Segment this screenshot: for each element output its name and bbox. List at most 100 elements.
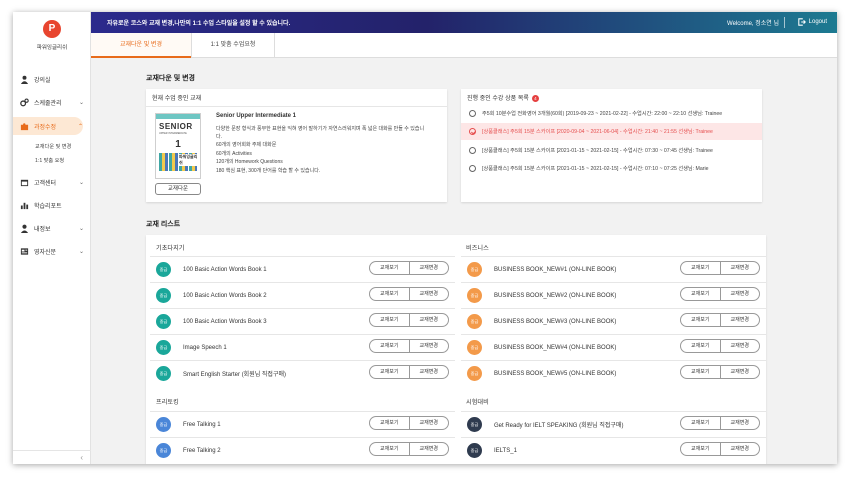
tab-request[interactable]: 1:1 맞춤 수업요청: [191, 33, 275, 58]
radio-icon[interactable]: [469, 165, 476, 172]
book-row: 중급 Image Speech 1 교재보기 교재변경: [150, 334, 455, 360]
radio-icon[interactable]: [469, 110, 476, 117]
book-actions: 교재보기 교재변경: [369, 416, 449, 430]
book-row: 중급 100 Basic Action Words Book 2 교재보기 교재변경: [150, 282, 455, 308]
level-badge: 중급: [467, 366, 482, 381]
sidebar-subitem-download[interactable]: 교재다운 및 변경: [35, 143, 71, 150]
book-row: 중급 BUSINESS BOOK_NEW#5 (ON-LINE BOOK) 교재보기…: [461, 360, 766, 386]
view-book-button[interactable]: 교재보기: [370, 314, 410, 326]
change-book-button[interactable]: 교재변경: [410, 366, 449, 378]
book-row: 중급 BUSINESS BOOK_NEW#1 (ON-LINE BOOK) 교재보기…: [461, 256, 766, 282]
change-book-button[interactable]: 교재변경: [721, 366, 760, 378]
level-badge: 중급: [467, 262, 482, 277]
change-book-button[interactable]: 교재변경: [410, 417, 449, 429]
chevron-down-icon: ⌄: [78, 225, 84, 232]
book-row: 중급 Free Talking 1 교재보기 교재변경: [150, 411, 455, 437]
book-row: 중급 IELTS_1 교재보기 교재변경: [461, 437, 766, 463]
book-actions: 교재보기 교재변경: [369, 339, 449, 353]
change-book-button[interactable]: 교재변경: [721, 417, 760, 429]
cover-number: 1: [175, 139, 181, 150]
view-book-button[interactable]: 교재보기: [681, 366, 721, 378]
sidebar-item-support[interactable]: 고객센터 ⌄: [13, 173, 91, 191]
change-book-button[interactable]: 교재변경: [721, 262, 760, 274]
progress-row-selected[interactable]: [상품클래스] 주5회 15분 스카이프 [2020-09-04 ~ 2021-…: [461, 123, 762, 140]
progress-row[interactable]: [상품클래스] 주5회 15분 스카이프 [2021-01-15 ~ 2021-…: [461, 142, 762, 159]
view-book-button[interactable]: 교재보기: [681, 288, 721, 300]
category-test-prep: 시험대비: [466, 399, 489, 406]
view-book-button[interactable]: 교재보기: [681, 340, 721, 352]
person-icon: [20, 75, 29, 84]
gears-icon: [20, 98, 29, 106]
book-title: Free Talking 1: [183, 421, 221, 428]
book-row: 중급 Smart English Starter (회원님 직접구매) 교재보기 교재…: [150, 360, 455, 386]
view-book-button[interactable]: 교재보기: [370, 288, 410, 300]
view-book-button[interactable]: 교재보기: [370, 366, 410, 378]
logout-button[interactable]: Logout: [797, 17, 827, 26]
book-title: Smart English Starter (회원님 직접구매): [183, 372, 286, 378]
change-book-button[interactable]: 교재변경: [410, 262, 449, 274]
sidebar-item-newspaper[interactable]: 영자신문 ⌄: [13, 242, 91, 260]
sidebar-item-course[interactable]: 과정수정 ⌃: [13, 117, 83, 135]
change-book-button[interactable]: 교재변경: [721, 288, 760, 300]
logout-icon: [797, 17, 806, 26]
book-actions: 교재보기 교재변경: [369, 365, 449, 379]
book-title: BUSINESS BOOK_NEW#4 (ON-LINE BOOK): [494, 344, 617, 351]
view-book-button[interactable]: 교재보기: [370, 417, 410, 429]
change-book-button[interactable]: 교재변경: [410, 288, 449, 300]
view-book-button[interactable]: 교재보기: [370, 262, 410, 274]
sidebar-subitem-request[interactable]: 1:1 맞춤 요청: [35, 157, 64, 164]
view-book-button[interactable]: 교재보기: [681, 443, 721, 455]
sidebar-item-schedule[interactable]: 스케줄관리 ⌄: [13, 93, 91, 111]
current-book-title: Senior Upper Intermediate 1: [216, 113, 297, 119]
top-bar: 자유로운 코스와 교재 변경,나만의 1:1 수업 스타일을 설정 할 수 있습…: [91, 12, 837, 33]
radio-checked-icon[interactable]: [469, 128, 476, 135]
puzzle-icon: [20, 122, 29, 130]
book-actions: 교재보기 교재변경: [680, 261, 760, 275]
view-book-button[interactable]: 교재보기: [370, 340, 410, 352]
tab-download[interactable]: 교재다운 및 변경: [91, 33, 191, 58]
change-book-button[interactable]: 교재변경: [721, 340, 760, 352]
book-actions: 교재보기 교재변경: [369, 261, 449, 275]
view-book-button[interactable]: 교재보기: [681, 314, 721, 326]
book-row: 중급 BUSINESS BOOK_NEW#4 (ON-LINE BOOK) 교재보기…: [461, 334, 766, 360]
change-book-button[interactable]: 교재변경: [410, 443, 449, 455]
book-actions: 교재보기 교재변경: [369, 313, 449, 327]
sidebar-item-report[interactable]: 학습리포트: [13, 196, 91, 214]
book-cover-image: SENIOR UPPER INTERMEDIATE 1 파워잉글리쉬: [155, 113, 201, 179]
logo-icon: P: [43, 20, 61, 38]
progress-row[interactable]: [상품클래스] 주5회 15분 스카이프 [2021-01-15 ~ 2021-…: [461, 160, 762, 177]
book-title: BUSINESS BOOK_NEW#1 (ON-LINE BOOK): [494, 266, 617, 273]
view-book-button[interactable]: 교재보기: [370, 443, 410, 455]
logo[interactable]: P 파워잉글리쉬: [13, 20, 91, 51]
radio-icon[interactable]: [469, 147, 476, 154]
sidebar-collapse-button[interactable]: ‹: [13, 450, 91, 464]
cover-subtitle: UPPER INTERMEDIATE: [159, 132, 187, 135]
current-book-card: 현재 수업 중인 교재 SENIOR UPPER INTERMEDIATE 1 …: [146, 89, 447, 202]
book-row: 중급 Free Talking 2 교재보기 교재변경: [150, 437, 455, 463]
cover-brand: 파워잉글리쉬: [178, 154, 200, 166]
sidebar-item-classroom[interactable]: 강의실: [13, 70, 91, 88]
change-book-button[interactable]: 교재변경: [721, 314, 760, 326]
book-actions: 교재보기 교재변경: [680, 365, 760, 379]
view-book-button[interactable]: 교재보기: [681, 262, 721, 274]
desc-line: 120개의 Homework Questions: [216, 159, 283, 165]
download-book-button[interactable]: 교재다운: [155, 183, 201, 195]
sidebar-item-label: 스케줄관리: [34, 100, 62, 107]
progress-row[interactable]: 주5회 10분수업 전화영어 3개월(60회) [2019-09-23 ~ 20…: [461, 105, 762, 122]
book-title: 100 Basic Action Words Book 1: [183, 266, 267, 273]
view-book-button[interactable]: 교재보기: [681, 417, 721, 429]
tab-bar: 교재다운 및 변경 1:1 맞춤 수업요청: [91, 33, 837, 58]
change-book-button[interactable]: 교재변경: [410, 314, 449, 326]
desc-line: 60개의 영어회화 주제 대화문: [216, 142, 277, 148]
cover-title: SENIOR: [159, 122, 193, 131]
chevron-down-icon: ⌄: [78, 179, 84, 186]
level-badge: 중급: [467, 443, 482, 458]
change-book-button[interactable]: 교재변경: [721, 443, 760, 455]
sidebar-item-label: 영자신문: [34, 249, 57, 256]
book-actions: 교재보기 교재변경: [369, 442, 449, 456]
book-actions: 교재보기 교재변경: [680, 442, 760, 456]
book-actions: 교재보기 교재변경: [680, 287, 760, 301]
sidebar-item-profile[interactable]: 내정보 ⌄: [13, 219, 91, 237]
desc-line: 60개의 Activities: [216, 150, 252, 157]
change-book-button[interactable]: 교재변경: [410, 340, 449, 352]
